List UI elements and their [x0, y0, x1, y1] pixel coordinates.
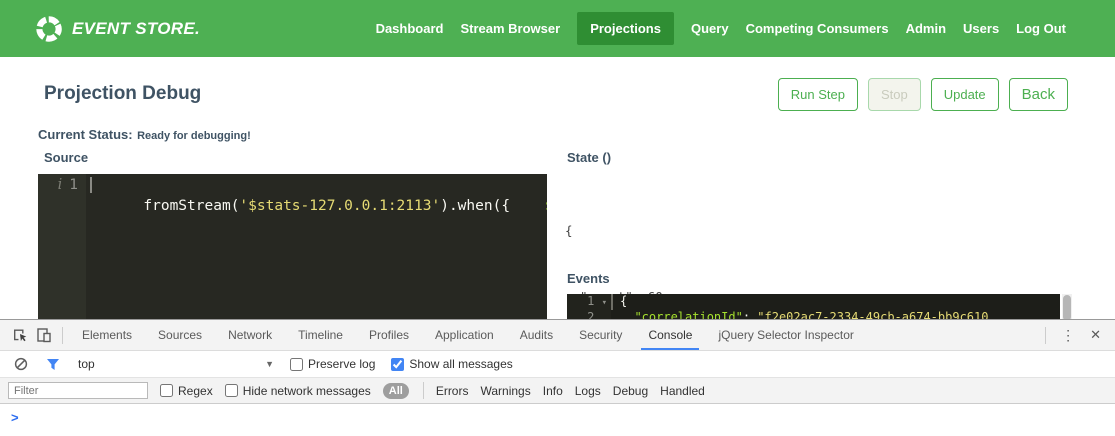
- code-token: [620, 310, 634, 319]
- hide-network-messages-label[interactable]: Hide network messages: [243, 384, 371, 398]
- devtools-window-controls: ⋮ ✕: [1039, 327, 1107, 344]
- events-code-line: {: [611, 294, 627, 310]
- tab-network[interactable]: Network: [221, 320, 279, 350]
- tab-profiles[interactable]: Profiles: [362, 320, 416, 350]
- show-all-messages-checkbox[interactable]: [391, 358, 404, 371]
- code-token: [510, 198, 545, 214]
- nav-item-competing-consumers[interactable]: Competing Consumers: [746, 21, 889, 36]
- nav-item-dashboard[interactable]: Dashboard: [376, 21, 444, 36]
- tab-jquery-selector-inspector[interactable]: jQuery Selector Inspector: [711, 320, 860, 350]
- back-button[interactable]: Back: [1009, 78, 1068, 111]
- main-navbar: EVENT STORE. Dashboard Stream Browser Pr…: [0, 0, 1115, 57]
- filter-level-info[interactable]: Info: [543, 384, 563, 398]
- event-store-logo[interactable]: EVENT STORE.: [35, 15, 200, 43]
- brand-text: EVENT STORE.: [72, 19, 200, 39]
- filter-level-debug[interactable]: Debug: [613, 384, 648, 398]
- code-token: ).when({: [440, 198, 510, 214]
- devtools-panel: Elements Sources Network Timeline Profil…: [0, 319, 1115, 436]
- events-scrollbar[interactable]: [1062, 294, 1072, 319]
- devtools-menu-icon[interactable]: ⋮: [1052, 327, 1084, 344]
- nav-item-stream-browser[interactable]: Stream Browser: [460, 21, 560, 36]
- filter-level-handled[interactable]: Handled: [660, 384, 705, 398]
- stop-button: Stop: [868, 78, 921, 111]
- scrollbar-thumb[interactable]: [1063, 295, 1071, 321]
- projection-debug-page: EVENT STORE. Dashboard Stream Browser Pr…: [0, 0, 1115, 436]
- filter-level-all[interactable]: All: [383, 383, 409, 399]
- source-section-label: Source: [44, 150, 88, 165]
- state-json-line: {: [565, 220, 663, 242]
- code-token: $init:: [545, 198, 547, 214]
- tab-audits[interactable]: Audits: [513, 320, 560, 350]
- toolbar-separator: [1045, 327, 1046, 344]
- toolbar-separator: [62, 327, 63, 344]
- code-token: :: [743, 310, 757, 319]
- nav-item-admin[interactable]: Admin: [906, 21, 946, 36]
- execution-context-value: top: [78, 357, 95, 371]
- nav-item-logout[interactable]: Log Out: [1016, 21, 1066, 36]
- events-line-2: 2 ▾ "correlationId": "f2e02ac7-2334-49cb…: [567, 310, 1060, 319]
- line-number: 2: [587, 310, 594, 319]
- run-step-button[interactable]: Run Step: [778, 78, 858, 111]
- inspect-element-icon[interactable]: [8, 323, 32, 347]
- tab-application[interactable]: Application: [428, 320, 501, 350]
- line-number: 1: [587, 294, 594, 308]
- events-editor-gutter: 1 ▾: [567, 294, 611, 310]
- nav-menu: Dashboard Stream Browser Projections Que…: [376, 12, 1066, 45]
- clear-console-icon[interactable]: [9, 352, 33, 376]
- console-filter-bar: Regex Hide network messages All Errors W…: [0, 378, 1115, 404]
- console-prompt-chevron[interactable]: >: [0, 404, 1115, 425]
- devtools-close-icon[interactable]: ✕: [1084, 327, 1107, 343]
- preserve-log-label[interactable]: Preserve log: [308, 357, 375, 371]
- info-annotation-icon: i: [58, 177, 63, 193]
- tab-security[interactable]: Security: [572, 320, 629, 350]
- event-store-ring-icon: [35, 15, 63, 43]
- fold-arrow-icon[interactable]: ▾: [602, 298, 607, 308]
- events-editor-gutter: 2 ▾: [567, 310, 611, 319]
- show-all-messages-label[interactable]: Show all messages: [409, 357, 512, 371]
- events-code-editor[interactable]: 1 ▾ { 2 ▾ "correlationId": "f2e02ac7-233…: [567, 294, 1060, 319]
- nav-item-users[interactable]: Users: [963, 21, 999, 36]
- status-value: Ready for debugging!: [137, 130, 251, 142]
- code-token: {: [620, 294, 627, 308]
- action-buttons: Run Step Stop Update Back: [778, 78, 1068, 111]
- current-status: Current Status: Ready for debugging!: [38, 126, 251, 144]
- code-token: "correlationId": [634, 310, 742, 319]
- code-token: '$stats-127.0.0.1:2113': [239, 198, 440, 214]
- events-line-1: 1 ▾ {: [567, 294, 1060, 310]
- source-code-editor[interactable]: i1 fromStream('$stats-127.0.0.1:2113').w…: [38, 174, 547, 319]
- events-code-line: "correlationId": "f2e02ac7-2334-49cb-a67…: [611, 310, 988, 319]
- chevron-down-icon: ▼: [265, 359, 274, 369]
- filter-input[interactable]: [8, 382, 148, 399]
- tab-elements[interactable]: Elements: [75, 320, 139, 350]
- code-token: "f2e02ac7-2334-49cb-a674-bb9c610: [757, 310, 988, 319]
- line-number: 1: [69, 177, 78, 193]
- regex-checkbox[interactable]: [160, 384, 173, 397]
- tab-console[interactable]: Console: [641, 320, 699, 350]
- execution-context-selector[interactable]: top ▼: [78, 357, 274, 371]
- console-log-area[interactable]: >: [0, 404, 1115, 435]
- regex-label[interactable]: Regex: [178, 384, 213, 398]
- console-toolbar: top ▼ Preserve log Show all messages: [0, 351, 1115, 378]
- state-section-label: State (): [567, 150, 611, 165]
- nav-item-query[interactable]: Query: [691, 21, 729, 36]
- tab-timeline[interactable]: Timeline: [291, 320, 350, 350]
- status-label: Current Status:: [38, 127, 133, 142]
- filter-level-logs[interactable]: Logs: [575, 384, 601, 398]
- devtools-tabbar: Elements Sources Network Timeline Profil…: [0, 320, 1115, 351]
- filter-level-errors[interactable]: Errors: [436, 384, 469, 398]
- page-title: Projection Debug: [44, 83, 201, 105]
- preserve-log-checkbox[interactable]: [290, 358, 303, 371]
- toolbar-separator: [423, 382, 424, 399]
- device-toolbar-icon[interactable]: [32, 323, 56, 347]
- source-editor-gutter: i1: [38, 174, 86, 319]
- text-cursor: [90, 177, 92, 193]
- code-token: fromStream(: [143, 198, 239, 214]
- nav-item-projections[interactable]: Projections: [577, 12, 674, 45]
- hide-network-messages-checkbox[interactable]: [225, 384, 238, 397]
- update-button[interactable]: Update: [931, 78, 999, 111]
- tab-sources[interactable]: Sources: [151, 320, 209, 350]
- filter-level-warnings[interactable]: Warnings: [480, 384, 530, 398]
- filter-funnel-icon[interactable]: [41, 352, 65, 376]
- source-code-line: fromStream('$stats-127.0.0.1:2113').when…: [86, 174, 547, 319]
